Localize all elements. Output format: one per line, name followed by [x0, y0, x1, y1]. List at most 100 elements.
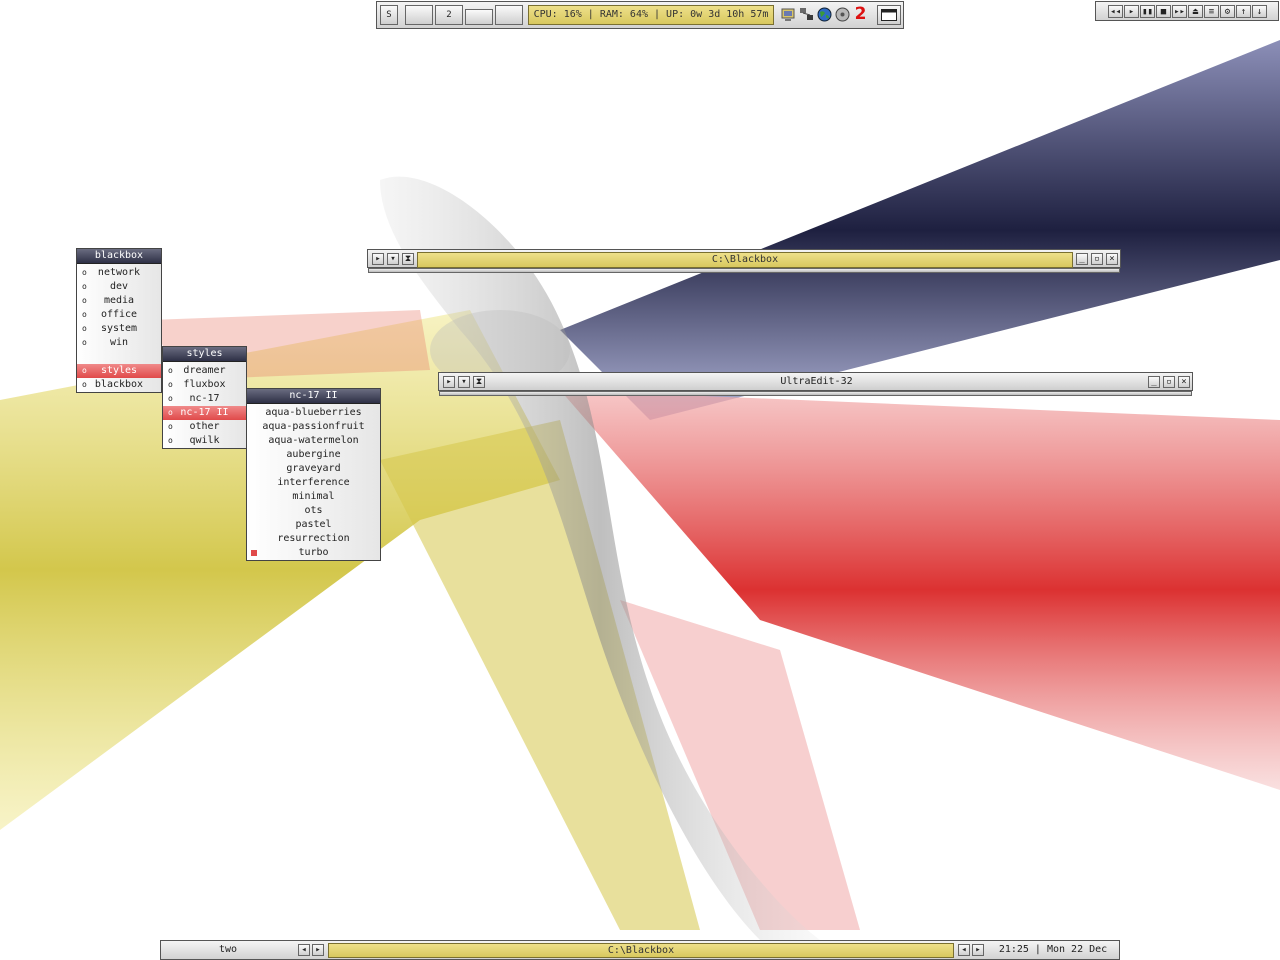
menu-item-fluxbox[interactable]: o fluxbox — [163, 378, 246, 392]
close-icon[interactable]: × — [1106, 253, 1118, 265]
system-icon[interactable] — [781, 7, 796, 22]
bullet-icon: o — [168, 436, 173, 445]
window-resize-handle[interactable] — [368, 268, 1120, 273]
menu-item-label: media — [103, 295, 135, 306]
menu-item-dev[interactable]: o dev — [77, 280, 161, 294]
menu-item-media[interactable]: o media — [77, 294, 161, 308]
menu-item-label: interference — [277, 477, 350, 488]
next-workspace-icon[interactable]: ▸ — [312, 944, 324, 956]
menu-item-minimal[interactable]: minimal — [247, 490, 380, 504]
workspace-button-3[interactable] — [465, 9, 493, 25]
window-list-button[interactable] — [877, 5, 901, 25]
app-2-icon-label: 2 — [854, 4, 867, 24]
menu-item-label: dev — [109, 281, 129, 292]
workspace-button-1[interactable] — [405, 5, 433, 25]
bullet-icon: o — [82, 380, 87, 389]
window-resize-handle[interactable] — [439, 391, 1192, 396]
task-button[interactable]: C:\Blackbox — [328, 943, 954, 958]
menu-item-nc-17[interactable]: o nc-17 — [163, 392, 246, 406]
prev-workspace-icon[interactable]: ◂ — [298, 944, 310, 956]
globe-icon[interactable] — [817, 7, 832, 22]
bullet-icon: o — [82, 366, 87, 375]
menu-item-win[interactable]: o win — [77, 336, 161, 350]
workspace-label[interactable]: two — [163, 943, 293, 957]
menu-item-label: aubergine — [286, 449, 341, 460]
menu-item-label: win — [109, 337, 129, 348]
maximize-icon[interactable]: ▫ — [1091, 253, 1103, 265]
window-title[interactable]: UltraEdit-32 — [488, 375, 1145, 389]
sticky-icon[interactable]: ⧗ — [473, 376, 485, 388]
style-button[interactable]: S — [380, 5, 398, 25]
menu-separator — [77, 350, 161, 364]
media-toolbar: ◂◂ ▸ ▮▮ ■ ▸▸ ⏏ ≡ ⚙ ↑ ↓ — [1095, 1, 1279, 21]
stop-icon[interactable]: ■ — [1156, 5, 1171, 18]
desktop-wallpaper — [0, 40, 1280, 940]
window-ultraedit: ▸ ▾ ⧗ UltraEdit-32 _ ▫ × — [438, 372, 1193, 396]
prev-window-icon[interactable]: ◂ — [958, 944, 970, 956]
menu-item-aqua-watermelon[interactable]: aqua-watermelon — [247, 434, 380, 448]
menu-item-blackbox[interactable]: o blackbox — [77, 378, 161, 392]
bullet-icon: o — [82, 324, 87, 333]
volume-up-icon[interactable]: ↑ — [1236, 5, 1251, 18]
menu-item-label: minimal — [292, 491, 335, 502]
next-track-icon[interactable]: ▸▸ — [1172, 5, 1187, 18]
menu-item-nc-17-ii[interactable]: o nc-17 II — [163, 406, 246, 420]
bottom-toolbar: two ◂ ▸ C:\Blackbox ◂ ▸ 21:25 | Mon 22 D… — [160, 940, 1120, 960]
network-icon[interactable] — [799, 7, 814, 22]
menu-item-label: dreamer — [183, 365, 226, 376]
menu-item-interference[interactable]: interference — [247, 476, 380, 490]
top-toolbar: S 2 CPU: 16% | RAM: 64% | UP: 0w 3d 10h … — [376, 1, 904, 29]
playlist-icon[interactable]: ≡ — [1204, 5, 1219, 18]
chevron-down-icon[interactable]: ▾ — [458, 376, 470, 388]
bullet-icon: o — [82, 268, 87, 277]
menu-item-resurrection[interactable]: resurrection — [247, 532, 380, 546]
next-window-icon[interactable]: ▸ — [972, 944, 984, 956]
menu-item-system[interactable]: o system — [77, 322, 161, 336]
menu-item-aqua-blueberries[interactable]: aqua-blueberries — [247, 406, 380, 420]
disc-icon[interactable] — [835, 7, 850, 22]
menu-item-label: system — [100, 323, 138, 334]
volume-down-icon[interactable]: ↓ — [1252, 5, 1267, 18]
menu-item-dreamer[interactable]: o dreamer — [163, 364, 246, 378]
pause-icon[interactable]: ▮▮ — [1140, 5, 1155, 18]
bullet-icon: o — [168, 380, 173, 389]
menu-item-label: nc-17 — [189, 393, 220, 404]
menu-item-network[interactable]: o network — [77, 266, 161, 280]
chevron-down-icon[interactable]: ▾ — [387, 253, 399, 265]
menu-item-other[interactable]: o other — [163, 420, 246, 434]
menu-item-aubergine[interactable]: aubergine — [247, 448, 380, 462]
menu-item-label: turbo — [298, 547, 329, 558]
app-2-icon[interactable]: 2 — [853, 5, 868, 23]
minimize-icon[interactable]: _ — [1148, 376, 1160, 388]
menu-item-graveyard[interactable]: graveyard — [247, 462, 380, 476]
menu-item-label: graveyard — [286, 463, 341, 474]
bullet-icon: o — [168, 408, 173, 417]
menu-item-aqua-passionfruit[interactable]: aqua-passionfruit — [247, 420, 380, 434]
maximize-icon[interactable]: ▫ — [1163, 376, 1175, 388]
bullet-icon: o — [168, 394, 173, 403]
menu-styles: styles o dreamer o fluxbox o nc-17 o nc-17 I… — [162, 346, 247, 449]
clock: 21:25 | Mon 22 Dec — [998, 944, 1108, 955]
close-icon[interactable]: × — [1178, 376, 1190, 388]
sticky-icon[interactable]: ⧗ — [402, 253, 414, 265]
menu-item-qwilk[interactable]: o qwilk — [163, 434, 246, 448]
window-menu-button[interactable]: ▸ — [372, 253, 384, 265]
prev-track-icon[interactable]: ◂◂ — [1108, 5, 1123, 18]
window-menu-button[interactable]: ▸ — [443, 376, 455, 388]
menu-item-label: qwilk — [189, 435, 220, 446]
bullet-icon: o — [168, 422, 173, 431]
menu-title: styles — [163, 347, 246, 362]
eject-icon[interactable]: ⏏ — [1188, 5, 1203, 18]
menu-item-office[interactable]: o office — [77, 308, 161, 322]
menu-item-ots[interactable]: ots — [247, 504, 380, 518]
workspace-button-4[interactable] — [495, 5, 523, 25]
minimize-icon[interactable]: _ — [1076, 253, 1088, 265]
menu-item-pastel[interactable]: pastel — [247, 518, 380, 532]
menu-item-turbo[interactable]: turbo — [247, 546, 380, 560]
settings-icon[interactable]: ⚙ — [1220, 5, 1235, 18]
window-title[interactable]: C:\Blackbox — [417, 252, 1073, 268]
play-icon[interactable]: ▸ — [1124, 5, 1139, 18]
menu-item-styles[interactable]: o styles — [77, 364, 161, 378]
workspace-button-2[interactable]: 2 — [435, 5, 463, 25]
menu-item-label: pastel — [295, 519, 332, 530]
